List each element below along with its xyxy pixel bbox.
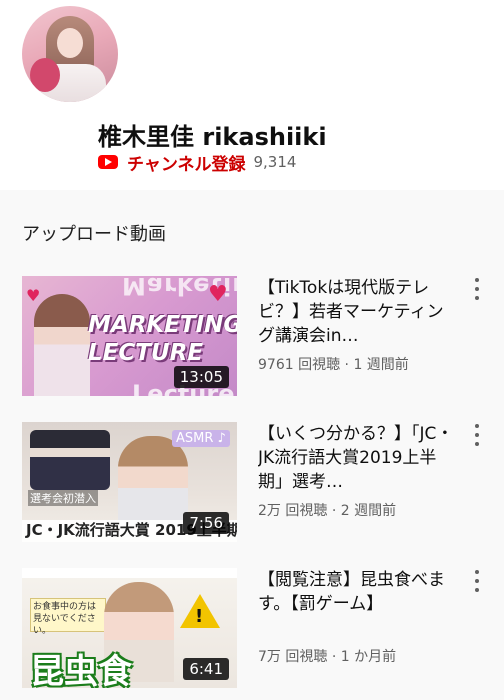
video-thumbnail[interactable]: ASMR ♪ 選考会初潜入 JC・JK流行語大賞 2019上半期 7:56 xyxy=(22,422,237,542)
thumb-group-photo xyxy=(30,430,110,490)
video-item[interactable]: ASMR ♪ 選考会初潜入 JC・JK流行語大賞 2019上半期 7:56 【い… xyxy=(0,422,504,542)
video-thumbnail[interactable]: Marketing ♥ ♥ MARKETING LECTURE Lecture … xyxy=(22,276,237,396)
thumb-caption: 選考会初潜入 xyxy=(28,490,98,506)
video-title[interactable]: 【閲覧注意】昆虫食べます。【罰ゲーム】 xyxy=(258,568,458,616)
channel-avatar[interactable] xyxy=(22,6,118,102)
subscriber-count: 9,314 xyxy=(253,153,297,171)
thumb-headline: MARKETING xyxy=(88,312,237,338)
warning-mark: ! xyxy=(195,606,204,627)
video-duration: 7:56 xyxy=(183,512,229,534)
video-meta: 9761 回視聴 · 1 週間前 xyxy=(258,354,468,374)
youtube-play-icon xyxy=(98,155,118,169)
heart-icon: ♥ xyxy=(208,282,228,307)
uploads-section: アップロード動画 Marketing ♥ ♥ MARKETING LECTURE… xyxy=(0,190,504,700)
meta-separator: · xyxy=(331,503,341,519)
thumb-top-strip xyxy=(22,568,237,578)
thumb-badge: ASMR ♪ xyxy=(172,430,230,447)
video-item[interactable]: お食事中の方は見ないでください。 ! 昆虫食 6:41 【閲覧注意】昆虫食べます… xyxy=(0,568,504,688)
more-options-icon[interactable] xyxy=(470,570,484,592)
video-duration: 13:05 xyxy=(173,366,229,388)
section-title: アップロード動画 xyxy=(22,224,166,245)
meta-separator: · xyxy=(331,649,341,665)
more-options-icon[interactable] xyxy=(470,424,484,446)
avatar-plush xyxy=(30,58,60,92)
video-meta: 7万 回視聴 · 1 か月前 xyxy=(258,646,468,666)
video-age: 2 週間前 xyxy=(340,503,397,519)
heart-icon: ♥ xyxy=(26,286,41,305)
channel-header: 椎木里佳 rikashiiki チャンネル登録 9,314 xyxy=(0,0,504,190)
thumb-person xyxy=(34,294,90,396)
channel-name: 椎木里佳 rikashiiki xyxy=(98,123,327,151)
video-age: 1 週間前 xyxy=(353,357,409,373)
video-title[interactable]: 【いくつ分かる？】「JC・JK流行語大賞2019上半期」選考… xyxy=(258,422,458,494)
video-item[interactable]: Marketing ♥ ♥ MARKETING LECTURE Lecture … xyxy=(0,276,504,396)
video-views: 9761 回視聴 xyxy=(258,357,341,373)
video-age: 1 か月前 xyxy=(340,649,397,665)
thumb-headline: 昆虫食 xyxy=(30,652,132,688)
video-views: 7万 回視聴 xyxy=(258,649,328,665)
video-thumbnail[interactable]: お食事中の方は見ないでください。 ! 昆虫食 6:41 xyxy=(22,568,237,688)
subscribe-label: チャンネル登録 xyxy=(127,154,246,175)
thumb-headline: LECTURE xyxy=(88,340,204,366)
video-meta: 2万 回視聴 · 2 週間前 xyxy=(258,500,468,520)
more-options-icon[interactable] xyxy=(470,278,484,300)
thumb-note: お食事中の方は見ないでください。 xyxy=(30,598,106,636)
video-duration: 6:41 xyxy=(183,658,229,680)
subscribe-button[interactable]: チャンネル登録 9,314 xyxy=(98,150,297,175)
avatar-face xyxy=(57,28,83,58)
video-title[interactable]: 【TikTokは現代版テレビ？】若者マーケティング講演会in… xyxy=(258,276,458,348)
thumb-person xyxy=(118,436,188,526)
video-views: 2万 回視聴 xyxy=(258,503,328,519)
